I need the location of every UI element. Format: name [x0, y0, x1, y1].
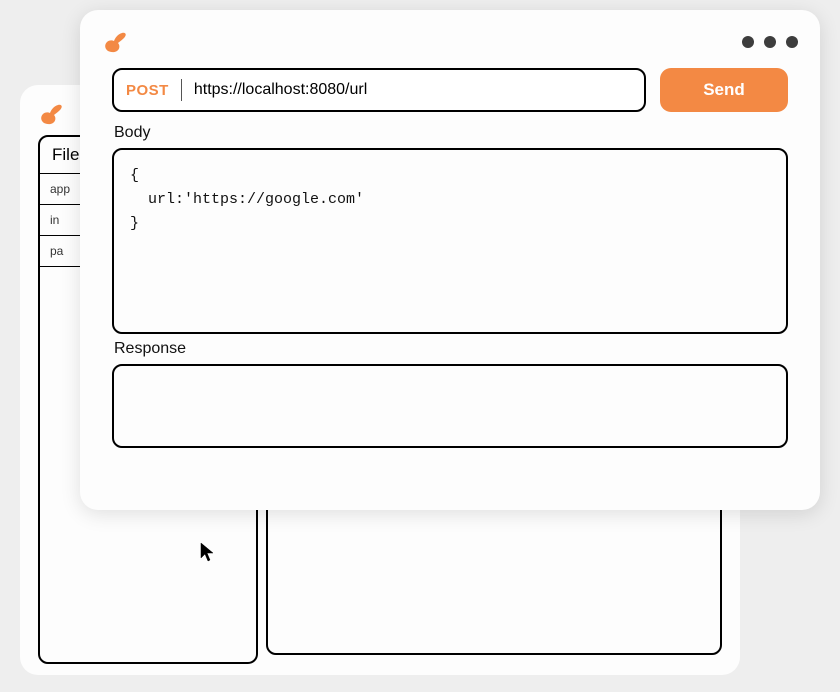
window-dot-icon[interactable] — [764, 36, 776, 48]
response-label: Response — [114, 340, 798, 358]
response-viewer[interactable] — [112, 364, 788, 448]
http-method[interactable]: POST — [126, 82, 169, 99]
request-bar: POST Send — [102, 68, 798, 112]
body-label: Body — [114, 124, 798, 142]
send-button[interactable]: Send — [660, 68, 788, 112]
window-controls[interactable] — [742, 36, 798, 48]
request-body-text[interactable]: { url:'https://google.com' } — [130, 164, 770, 236]
cursor-icon — [200, 542, 216, 567]
url-box[interactable]: POST — [112, 68, 646, 112]
window-dot-icon[interactable] — [742, 36, 754, 48]
window-dot-icon[interactable] — [786, 36, 798, 48]
url-input[interactable] — [194, 81, 632, 99]
request-body-editor[interactable]: { url:'https://google.com' } — [112, 148, 788, 334]
titlebar — [102, 28, 798, 56]
rabbit-icon — [102, 31, 128, 53]
method-divider — [181, 79, 182, 101]
api-client-window: POST Send Body { url:'https://google.com… — [80, 10, 820, 510]
